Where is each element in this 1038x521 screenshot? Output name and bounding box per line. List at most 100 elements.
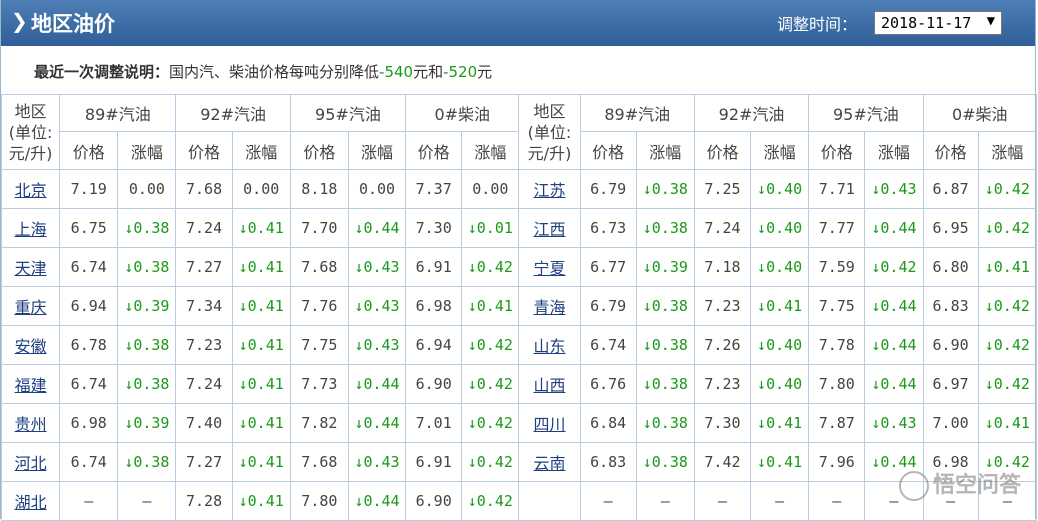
change-cell: ↓0.38 bbox=[117, 208, 177, 248]
table-row: 上海 6.75 ↓0.38 7.24 ↓0.41 7.70 ↓0.44 7.30 ↓0.01 江西… bbox=[0, 208, 1038, 248]
change-cell: ↓0.42 bbox=[864, 247, 924, 287]
change-cell: ↓0.41 bbox=[231, 481, 291, 521]
price-cell: 6.84 bbox=[579, 403, 637, 443]
price-cell: 6.79 bbox=[579, 286, 637, 326]
region-cell: 北京 bbox=[0, 169, 61, 209]
price-cell: 7.96 bbox=[808, 442, 866, 482]
price-cell: 6.77 bbox=[579, 247, 637, 287]
price-cell: 7.68 bbox=[175, 169, 233, 209]
region-cell: 青海 bbox=[518, 286, 581, 326]
region-link[interactable]: 江西 bbox=[533, 220, 565, 239]
region-header: 地区 (单位: 元/升) bbox=[518, 94, 581, 170]
fuel-header: 92#汽油 bbox=[693, 94, 810, 132]
change-cell: ↓0.42 bbox=[977, 169, 1038, 209]
price-cell: – bbox=[808, 481, 866, 521]
table-row: 湖北 – –7.28 ↓0.41 7.80 ↓0.44 6.90 ↓0.42– – – – – – – – bbox=[0, 481, 1038, 521]
price-cell: 7.76 bbox=[289, 286, 349, 326]
region-link[interactable]: 北京 bbox=[15, 181, 47, 200]
adjust-date-select[interactable]: 2018-11-17 ▼ bbox=[874, 11, 1002, 35]
change-cell: ↓0.38 bbox=[635, 442, 695, 482]
region-cell: 江苏 bbox=[518, 169, 581, 209]
price-header: 价格 bbox=[693, 131, 752, 170]
change-cell: ↓0.40 bbox=[750, 364, 810, 404]
notice-unit-2: 元 bbox=[477, 63, 493, 81]
region-link[interactable]: 湖北 bbox=[15, 493, 47, 512]
region-link[interactable]: 安徽 bbox=[15, 337, 47, 356]
dropdown-arrow-icon: ▼ bbox=[986, 13, 995, 29]
price-cell: 6.80 bbox=[922, 247, 979, 287]
price-header: 价格 bbox=[579, 131, 637, 170]
change-cell: ↓0.40 bbox=[750, 325, 810, 365]
change-cell: ↓0.42 bbox=[461, 481, 520, 521]
change-cell: ↓0.38 bbox=[117, 325, 177, 365]
price-cell: 6.90 bbox=[405, 481, 463, 521]
change-cell: ↓0.41 bbox=[231, 364, 291, 404]
price-cell: 6.78 bbox=[59, 325, 119, 365]
change-cell: ↓0.44 bbox=[347, 481, 407, 521]
price-cell: 6.91 bbox=[405, 247, 463, 287]
price-cell: 6.83 bbox=[922, 286, 979, 326]
change-cell: ↓0.38 bbox=[635, 208, 695, 248]
fuel-header: 89#汽油 bbox=[59, 94, 177, 132]
price-cell: 6.98 bbox=[59, 403, 119, 443]
change-cell: ↓0.44 bbox=[347, 208, 407, 248]
price-cell: 6.98 bbox=[405, 286, 463, 326]
region-link[interactable]: 江苏 bbox=[533, 181, 565, 200]
price-cell: 6.76 bbox=[579, 364, 637, 404]
price-cell: – bbox=[693, 481, 752, 521]
price-cell: 7.59 bbox=[808, 247, 866, 287]
region-link[interactable]: 贵州 bbox=[15, 415, 47, 434]
region-cell: 湖北 bbox=[0, 481, 61, 521]
price-cell: 7.01 bbox=[405, 403, 463, 443]
change-cell: ↓0.38 bbox=[635, 169, 695, 209]
region-cell: 安徽 bbox=[0, 325, 61, 365]
change-cell: ↓0.42 bbox=[461, 247, 520, 287]
price-cell: 7.68 bbox=[289, 442, 349, 482]
oil-price-panel: ❯ 地区油价 调整时间： 2018-11-17 ▼ 最近一次调整说明：国内汽、柴… bbox=[0, 0, 1038, 521]
region-link[interactable]: 重庆 bbox=[15, 298, 47, 317]
price-cell: 6.75 bbox=[59, 208, 119, 248]
region-link[interactable]: 上海 bbox=[15, 220, 47, 239]
region-link[interactable]: 宁夏 bbox=[533, 259, 565, 278]
adjust-date-value: 2018-11-17 bbox=[881, 14, 972, 32]
price-cell: 7.23 bbox=[693, 286, 752, 326]
price-cell: 6.74 bbox=[59, 247, 119, 287]
region-link[interactable]: 福建 bbox=[15, 376, 47, 395]
price-cell: 7.80 bbox=[289, 481, 349, 521]
price-cell: 6.73 bbox=[579, 208, 637, 248]
price-cell: 7.23 bbox=[175, 325, 233, 365]
change-cell: 0.00 bbox=[231, 169, 291, 209]
change-cell: ↓0.41 bbox=[231, 325, 291, 365]
price-cell: 7.24 bbox=[175, 208, 233, 248]
price-cell: 7.87 bbox=[808, 403, 866, 443]
change-cell: ↓0.40 bbox=[750, 247, 810, 287]
region-cell: 河北 bbox=[0, 442, 61, 482]
region-link[interactable]: 四川 bbox=[533, 415, 565, 434]
price-header: 价格 bbox=[59, 131, 119, 170]
price-cell: 7.80 bbox=[808, 364, 866, 404]
change-cell: ↓0.44 bbox=[864, 364, 924, 404]
region-link[interactable]: 云南 bbox=[533, 454, 565, 473]
change-cell: ↓0.41 bbox=[231, 247, 291, 287]
watermark: 悟空问答 bbox=[898, 467, 1021, 501]
region-link[interactable]: 青海 bbox=[533, 298, 565, 317]
change-cell: ↓0.41 bbox=[750, 403, 810, 443]
table-row: 北京 7.19 0.00 7.68 0.00 8.18 0.00 7.37 0.00 江苏 6.79… bbox=[0, 169, 1038, 209]
change-cell: ↓0.41 bbox=[231, 403, 291, 443]
region-cell: 福建 bbox=[0, 364, 61, 404]
region-link[interactable]: 河北 bbox=[15, 454, 47, 473]
region-link[interactable]: 天津 bbox=[15, 259, 47, 278]
price-cell: 6.79 bbox=[579, 169, 637, 209]
change-cell: ↓0.42 bbox=[461, 442, 520, 482]
price-cell: 7.40 bbox=[175, 403, 233, 443]
region-link[interactable]: 山东 bbox=[533, 337, 565, 356]
price-cell: 7.34 bbox=[175, 286, 233, 326]
price-header: 价格 bbox=[175, 131, 233, 170]
price-cell: – bbox=[579, 481, 637, 521]
price-cell: 7.18 bbox=[693, 247, 752, 287]
price-cell: 7.00 bbox=[922, 403, 979, 443]
price-cell: 6.90 bbox=[922, 325, 979, 365]
region-link[interactable]: 山西 bbox=[533, 376, 565, 395]
price-cell: 7.70 bbox=[289, 208, 349, 248]
region-cell: 江西 bbox=[518, 208, 581, 248]
